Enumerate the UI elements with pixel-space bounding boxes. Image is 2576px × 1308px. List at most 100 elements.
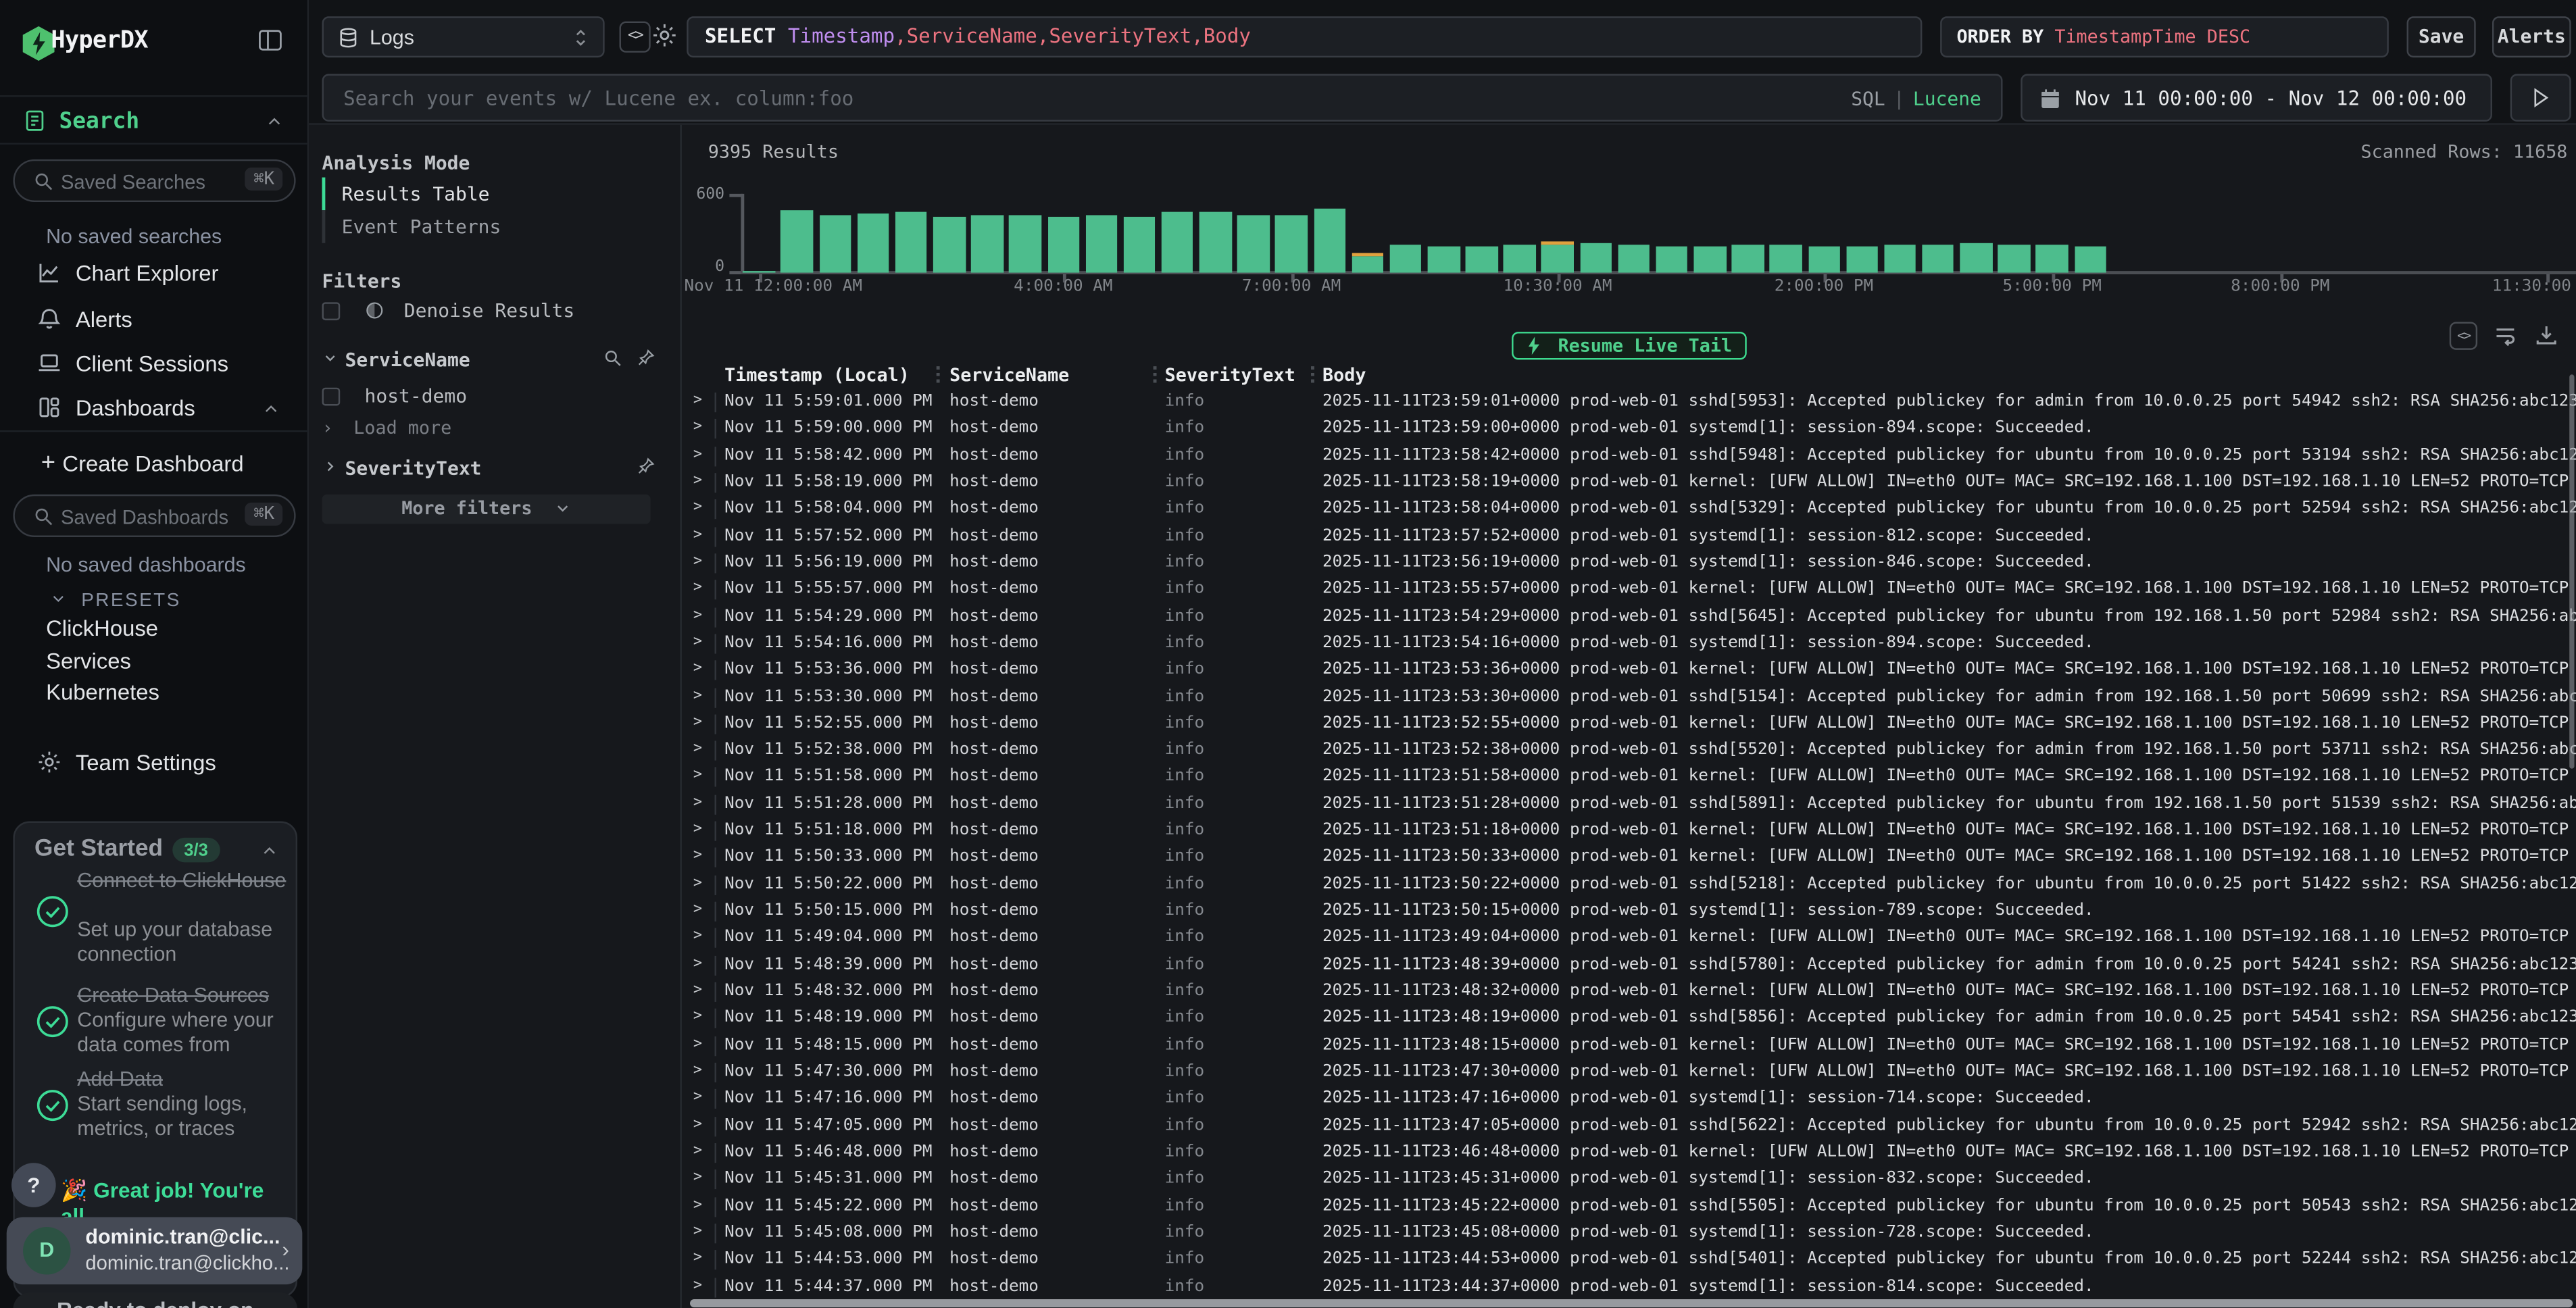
histogram-bar[interactable] bbox=[1275, 214, 1307, 272]
sidebar-item-team-settings[interactable]: Team Settings bbox=[0, 747, 307, 780]
run-query-button[interactable] bbox=[2510, 74, 2571, 122]
sql-toggle[interactable]: SQL bbox=[1851, 87, 1885, 110]
language-toggle[interactable]: SQL|Lucene bbox=[1851, 87, 1981, 110]
table-row[interactable]: >Nov 11 5:54:16.000 PMhost-demoinfo2025-… bbox=[682, 630, 2576, 657]
resume-live-tail-button[interactable]: Resume Live Tail bbox=[1511, 332, 1747, 359]
histogram-bar[interactable] bbox=[1237, 216, 1269, 272]
expand-row-icon[interactable]: > bbox=[693, 929, 702, 945]
results-histogram[interactable]: 600 0 Nov 11 12:00:00 AM4:00:00 AM7:00:0… bbox=[682, 180, 2576, 299]
table-row[interactable]: >Nov 11 5:51:58.000 PMhost-demoinfo2025-… bbox=[682, 765, 2576, 792]
user-menu[interactable]: D dominic.tran@clic... dominic.tran@clic… bbox=[7, 1217, 303, 1284]
histogram-bar[interactable] bbox=[1732, 245, 1764, 273]
histogram-bar[interactable] bbox=[1884, 244, 1916, 272]
filter-group-servicename[interactable]: ServiceName bbox=[322, 348, 655, 371]
preset-item-kubernetes[interactable]: Kubernetes bbox=[46, 680, 159, 705]
histogram-bar[interactable] bbox=[933, 218, 965, 273]
histogram-bar[interactable] bbox=[857, 213, 889, 273]
histogram-bar[interactable] bbox=[743, 271, 775, 273]
table-row[interactable]: >Nov 11 5:52:55.000 PMhost-demoinfo2025-… bbox=[682, 711, 2576, 738]
expand-row-icon[interactable]: > bbox=[693, 1251, 702, 1267]
table-row[interactable]: >Nov 11 5:50:33.000 PMhost-demoinfo2025-… bbox=[682, 845, 2576, 872]
histogram-bar[interactable] bbox=[2074, 246, 2106, 273]
expand-row-icon[interactable]: > bbox=[693, 822, 702, 838]
preset-item-services[interactable]: Services bbox=[46, 649, 131, 673]
sidebar-item-dashboards[interactable]: Dashboards bbox=[0, 393, 307, 426]
preset-item-clickhouse[interactable]: ClickHouse bbox=[46, 616, 158, 640]
more-filters-button[interactable]: More filters bbox=[322, 495, 650, 524]
histogram-bar[interactable] bbox=[895, 211, 927, 272]
pin-icon[interactable] bbox=[636, 457, 655, 476]
table-row[interactable]: >Nov 11 5:51:18.000 PMhost-demoinfo2025-… bbox=[682, 818, 2576, 845]
table-row[interactable]: >Nov 11 5:48:19.000 PMhost-demoinfo2025-… bbox=[682, 1006, 2576, 1033]
help-button[interactable]: ? bbox=[11, 1163, 56, 1207]
histogram-bar[interactable] bbox=[1580, 244, 1612, 273]
expand-row-icon[interactable]: > bbox=[693, 661, 702, 677]
histogram-bar[interactable] bbox=[1808, 246, 1839, 272]
denoise-filter[interactable]: Denoise Results bbox=[322, 299, 574, 322]
expand-row-icon[interactable]: > bbox=[693, 1009, 702, 1026]
expand-row-icon[interactable]: > bbox=[693, 580, 702, 597]
table-row[interactable]: >Nov 11 5:46:48.000 PMhost-demoinfo2025-… bbox=[682, 1140, 2576, 1167]
chevron-up-icon[interactable] bbox=[259, 841, 279, 861]
histogram-bar-warning[interactable] bbox=[1352, 253, 1383, 256]
column-header-body[interactable]: Body bbox=[1322, 365, 1366, 386]
expand-row-icon[interactable]: > bbox=[693, 526, 702, 543]
table-row[interactable]: >Nov 11 5:58:19.000 PMhost-demoinfo2025-… bbox=[682, 470, 2576, 497]
source-select[interactable]: Logs bbox=[322, 16, 604, 57]
column-resize-handle[interactable] bbox=[1154, 366, 1157, 386]
horizontal-scrollbar[interactable] bbox=[690, 1299, 2573, 1307]
lucene-search-input[interactable]: Search your events w/ Lucene ex. column:… bbox=[322, 74, 2002, 122]
column-resize-handle[interactable] bbox=[1311, 366, 1314, 386]
create-dashboard-button[interactable]: + Create Dashboard bbox=[0, 449, 307, 482]
column-header-timestamp[interactable]: Timestamp (Local) bbox=[724, 365, 910, 386]
table-row[interactable]: >Nov 11 5:47:30.000 PMhost-demoinfo2025-… bbox=[682, 1059, 2576, 1086]
load-more-link[interactable]: › Load more bbox=[322, 417, 451, 438]
select-query-input[interactable]: SELECT Timestamp,ServiceName,SeverityTex… bbox=[687, 16, 1922, 57]
table-row[interactable]: >Nov 11 5:48:15.000 PMhost-demoinfo2025-… bbox=[682, 1032, 2576, 1059]
wrap-text-icon[interactable] bbox=[2492, 322, 2519, 349]
save-button[interactable]: Save bbox=[2407, 16, 2476, 57]
expand-row-icon[interactable]: > bbox=[693, 634, 702, 650]
nav-search-section[interactable]: Search bbox=[0, 95, 307, 145]
histogram-bar[interactable] bbox=[2036, 244, 2068, 272]
expand-row-icon[interactable]: > bbox=[693, 687, 702, 703]
histogram-bar[interactable] bbox=[1694, 246, 1726, 272]
column-config-icon[interactable]: <> bbox=[2450, 322, 2477, 349]
table-row[interactable]: >Nov 11 5:58:04.000 PMhost-demoinfo2025-… bbox=[682, 497, 2576, 524]
table-row[interactable]: >Nov 11 5:57:52.000 PMhost-demoinfo2025-… bbox=[682, 524, 2576, 551]
histogram-bar[interactable] bbox=[1466, 247, 1497, 273]
histogram-bar[interactable] bbox=[1504, 245, 1535, 273]
table-row[interactable]: >Nov 11 5:47:05.000 PMhost-demoinfo2025-… bbox=[682, 1113, 2576, 1140]
expand-row-icon[interactable]: > bbox=[693, 1116, 702, 1132]
filter-option-host-demo[interactable]: host-demo bbox=[322, 384, 467, 407]
histogram-bar[interactable] bbox=[819, 216, 851, 273]
histogram-bar[interactable] bbox=[1123, 216, 1155, 273]
presets-toggle[interactable]: PRESETS bbox=[49, 584, 181, 614]
table-row[interactable]: >Nov 11 5:59:00.000 PMhost-demoinfo2025-… bbox=[682, 416, 2576, 443]
table-row[interactable]: >Nov 11 5:48:32.000 PMhost-demoinfo2025-… bbox=[682, 979, 2576, 1006]
code-view-button[interactable]: <> bbox=[620, 22, 651, 53]
expand-row-icon[interactable]: > bbox=[693, 1036, 702, 1052]
expand-row-icon[interactable]: > bbox=[693, 446, 702, 462]
column-resize-handle[interactable] bbox=[937, 366, 940, 386]
histogram-bar[interactable] bbox=[1352, 257, 1383, 273]
histogram-bar[interactable] bbox=[1541, 244, 1573, 272]
table-row[interactable]: >Nov 11 5:45:22.000 PMhost-demoinfo2025-… bbox=[682, 1193, 2576, 1220]
table-row[interactable]: >Nov 11 5:52:38.000 PMhost-demoinfo2025-… bbox=[682, 738, 2576, 765]
expand-row-icon[interactable]: > bbox=[693, 553, 702, 570]
orderby-input[interactable]: ORDER BY TimestampTime DESC bbox=[1940, 16, 2389, 57]
table-row[interactable]: >Nov 11 5:50:22.000 PMhost-demoinfo2025-… bbox=[682, 872, 2576, 899]
expand-row-icon[interactable]: > bbox=[693, 1197, 702, 1213]
sidebar-item-chart-explorer[interactable]: Chart Explorer bbox=[0, 258, 307, 291]
histogram-bar[interactable] bbox=[1085, 214, 1117, 272]
histogram-bar[interactable] bbox=[1846, 246, 1878, 273]
download-icon[interactable] bbox=[2533, 322, 2560, 349]
vertical-scrollbar[interactable] bbox=[2569, 374, 2575, 768]
table-row[interactable]: >Nov 11 5:56:19.000 PMhost-demoinfo2025-… bbox=[682, 550, 2576, 577]
denoise-checkbox[interactable] bbox=[322, 302, 340, 320]
expand-row-icon[interactable]: > bbox=[693, 607, 702, 623]
histogram-bar[interactable] bbox=[1960, 243, 1992, 273]
histogram-bar[interactable] bbox=[1770, 245, 1802, 272]
histogram-bar[interactable] bbox=[1389, 245, 1421, 272]
histogram-bar[interactable] bbox=[1618, 245, 1650, 273]
